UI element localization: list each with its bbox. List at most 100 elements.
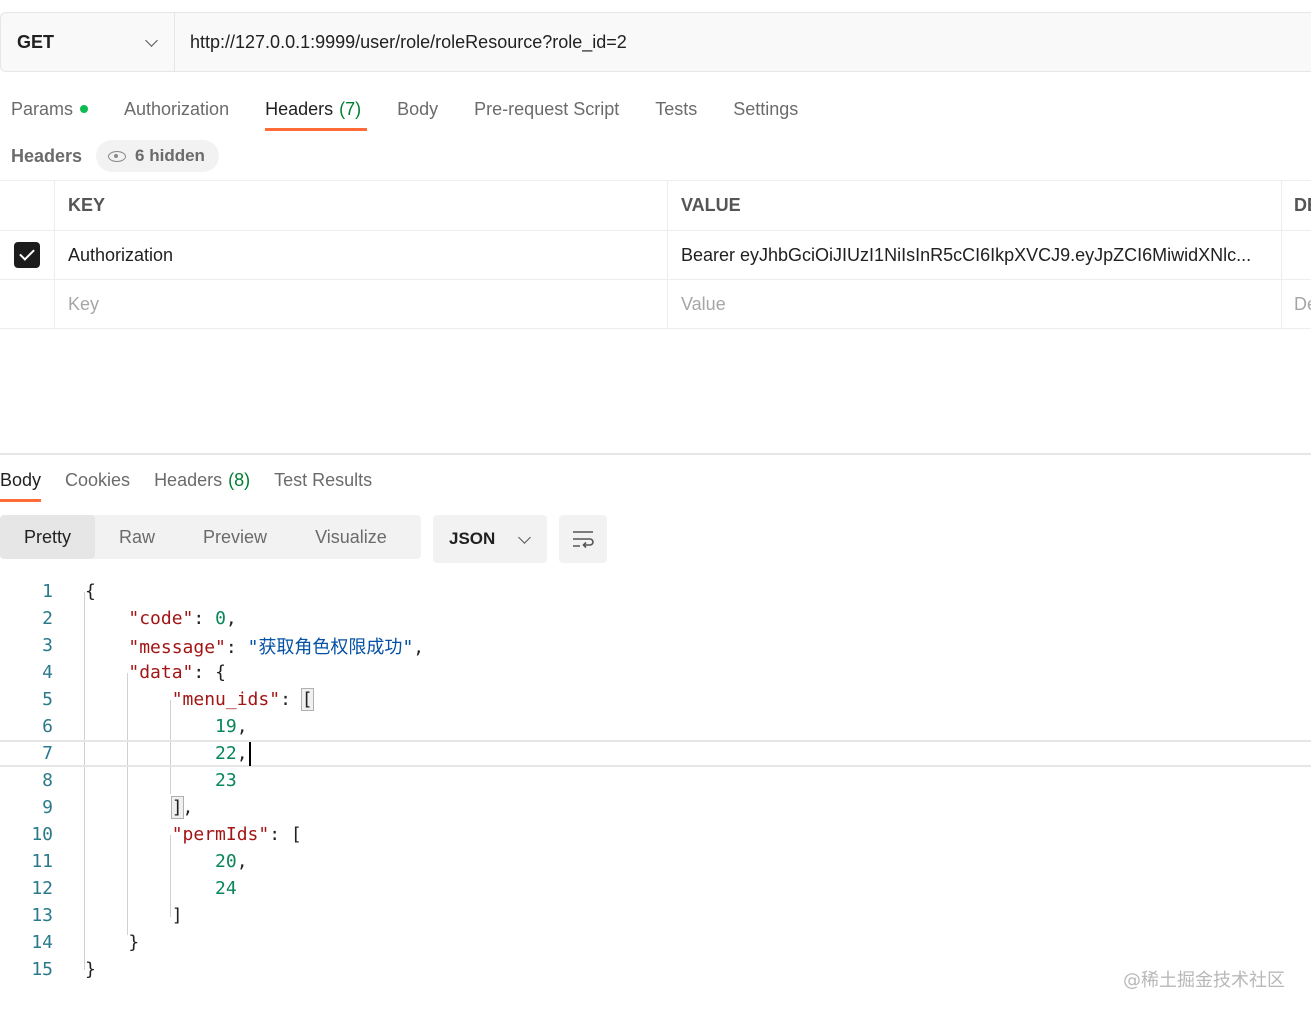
row-checkbox-cell xyxy=(0,231,55,279)
header-description-cell[interactable] xyxy=(1282,231,1311,279)
checkbox-column-header xyxy=(0,181,55,230)
line-number: 5 xyxy=(42,689,53,710)
code-text: ] xyxy=(85,905,183,926)
url-input[interactable]: http://127.0.0.1:9999/user/role/roleReso… xyxy=(175,13,1311,71)
line-number: 12 xyxy=(31,878,53,899)
line-number: 4 xyxy=(42,662,53,683)
method-label: GET xyxy=(17,31,55,52)
view-raw-button[interactable]: Raw xyxy=(95,515,179,559)
format-label: JSON xyxy=(449,529,496,548)
row-checkbox-cell xyxy=(0,280,55,328)
response-tab-headers[interactable]: Headers (8) xyxy=(154,459,250,501)
tab-params[interactable]: Params xyxy=(11,88,89,130)
table-row: Authorization Bearer eyJhbGciOiJIUzI1NiI… xyxy=(0,231,1311,280)
code-line: 6 19, xyxy=(0,713,1311,740)
view-pretty-button[interactable]: Pretty xyxy=(0,515,96,559)
code-text: "data": { xyxy=(128,662,226,683)
value-column-header: VALUE xyxy=(668,181,1282,230)
code-line: 12 24 xyxy=(0,875,1311,902)
response-tab-body-label: Body xyxy=(0,469,42,490)
view-visualize-button[interactable]: Visualize xyxy=(291,515,411,559)
line-number: 2 xyxy=(42,608,53,629)
tab-body[interactable]: Body xyxy=(397,88,438,130)
code-line: 2 "code": 0, xyxy=(0,605,1311,632)
code-text: "message": "获取角色权限成功", xyxy=(128,636,425,658)
line-number: 13 xyxy=(31,905,53,926)
table-header-row: KEY VALUE DESCRIPTION xyxy=(0,180,1311,231)
view-preview-button[interactable]: Preview xyxy=(179,515,291,559)
request-tabs: Params Authorization Headers (7) Body Pr… xyxy=(0,88,823,132)
code-line: 8 23 xyxy=(0,767,1311,794)
hidden-headers-toggle[interactable]: 6 hidden xyxy=(96,140,219,172)
view-mode-group: Pretty Raw Preview Visualize xyxy=(0,515,421,559)
code-text: "code": 0, xyxy=(128,608,237,629)
code-value: 0 xyxy=(215,608,226,629)
line-number: 8 xyxy=(42,770,53,791)
params-indicator-dot xyxy=(80,105,89,113)
line-number: 14 xyxy=(31,932,53,953)
hidden-headers-label: 6 hidden xyxy=(135,146,205,165)
eye-icon xyxy=(108,150,127,162)
pane-divider[interactable] xyxy=(0,453,1311,455)
perm-id-value: 20 xyxy=(215,851,237,872)
code-line: 13 ] xyxy=(0,902,1311,929)
tab-headers[interactable]: Headers (7) xyxy=(265,88,368,131)
format-select[interactable]: JSON xyxy=(433,515,547,563)
new-value-input[interactable]: Value xyxy=(668,280,1282,328)
header-key-cell[interactable]: Authorization xyxy=(55,231,668,279)
headers-title: Headers xyxy=(11,145,83,166)
line-number: 11 xyxy=(31,851,53,872)
header-value-cell[interactable]: Bearer eyJhbGciOiJIUzI1NiIsInR5cCI6IkpXV… xyxy=(668,231,1282,279)
line-number: 15 xyxy=(31,959,53,980)
description-column-header: DESCRIPTION xyxy=(1294,195,1311,215)
row-enabled-checkbox[interactable] xyxy=(14,242,40,268)
tab-authorization-label: Authorization xyxy=(124,98,230,119)
response-tab-headers-count: (8) xyxy=(228,469,251,490)
line-number: 7 xyxy=(42,743,53,764)
code-line: 4 "data": { xyxy=(0,659,1311,686)
menu-id-value: 22 xyxy=(215,742,237,764)
wrap-lines-button[interactable] xyxy=(559,515,607,563)
code-line: 5 "menu_ids": [ xyxy=(0,686,1311,713)
response-tab-test-results[interactable]: Test Results xyxy=(274,459,372,501)
code-line: 11 20, xyxy=(0,848,1311,875)
tab-pre-request-script-label: Pre-request Script xyxy=(474,98,620,119)
code-text: 19, xyxy=(215,716,248,737)
code-text: "menu_ids": [ xyxy=(171,688,314,711)
chevron-down-icon xyxy=(144,35,158,49)
code-text: 24 xyxy=(85,878,237,899)
new-description-input[interactable]: Description xyxy=(1282,280,1311,328)
response-tab-cookies-label: Cookies xyxy=(65,469,131,490)
message-value: 获取角色权限成功 xyxy=(258,636,403,658)
response-tabs: Body Cookies Headers (8) Test Results xyxy=(0,459,396,503)
tab-authorization[interactable]: Authorization xyxy=(124,88,229,130)
new-key-input[interactable]: Key xyxy=(55,280,668,328)
tab-body-label: Body xyxy=(397,98,439,119)
table-row-empty: Key Value Description xyxy=(0,280,1311,329)
tab-pre-request-script[interactable]: Pre-request Script xyxy=(474,88,619,130)
method-select[interactable]: GET xyxy=(1,13,175,71)
request-url-bar: GET http://127.0.0.1:9999/user/role/role… xyxy=(0,12,1311,72)
menu-id-value: 23 xyxy=(215,770,237,791)
tab-headers-label: Headers xyxy=(265,98,334,119)
line-number: 9 xyxy=(42,797,53,818)
headers-table: KEY VALUE DESCRIPTION Authorization Bear… xyxy=(0,180,1311,329)
code-line: 9 ], xyxy=(0,794,1311,821)
response-tab-cookies[interactable]: Cookies xyxy=(65,459,130,501)
response-body-editor[interactable]: 1 { 2 "code": 0, 3 "message": "获取角色权限成功",… xyxy=(0,578,1311,983)
code-text: } xyxy=(85,932,140,953)
line-number: 3 xyxy=(42,635,53,656)
line-number: 10 xyxy=(31,824,53,845)
code-text: ], xyxy=(170,796,194,819)
code-line-current: 7 22, xyxy=(0,740,1311,767)
text-cursor xyxy=(248,741,251,766)
perm-id-value: 24 xyxy=(215,878,237,899)
headers-toolbar: Headers 6 hidden xyxy=(11,140,219,172)
line-number: 1 xyxy=(42,581,53,602)
tab-tests[interactable]: Tests xyxy=(655,88,697,130)
response-tab-body[interactable]: Body xyxy=(0,459,42,502)
watermark: @稀土掘金技术社区 xyxy=(1123,970,1285,991)
code-text: { xyxy=(85,581,96,602)
tab-settings[interactable]: Settings xyxy=(733,88,798,130)
code-text: 22, xyxy=(85,741,251,766)
